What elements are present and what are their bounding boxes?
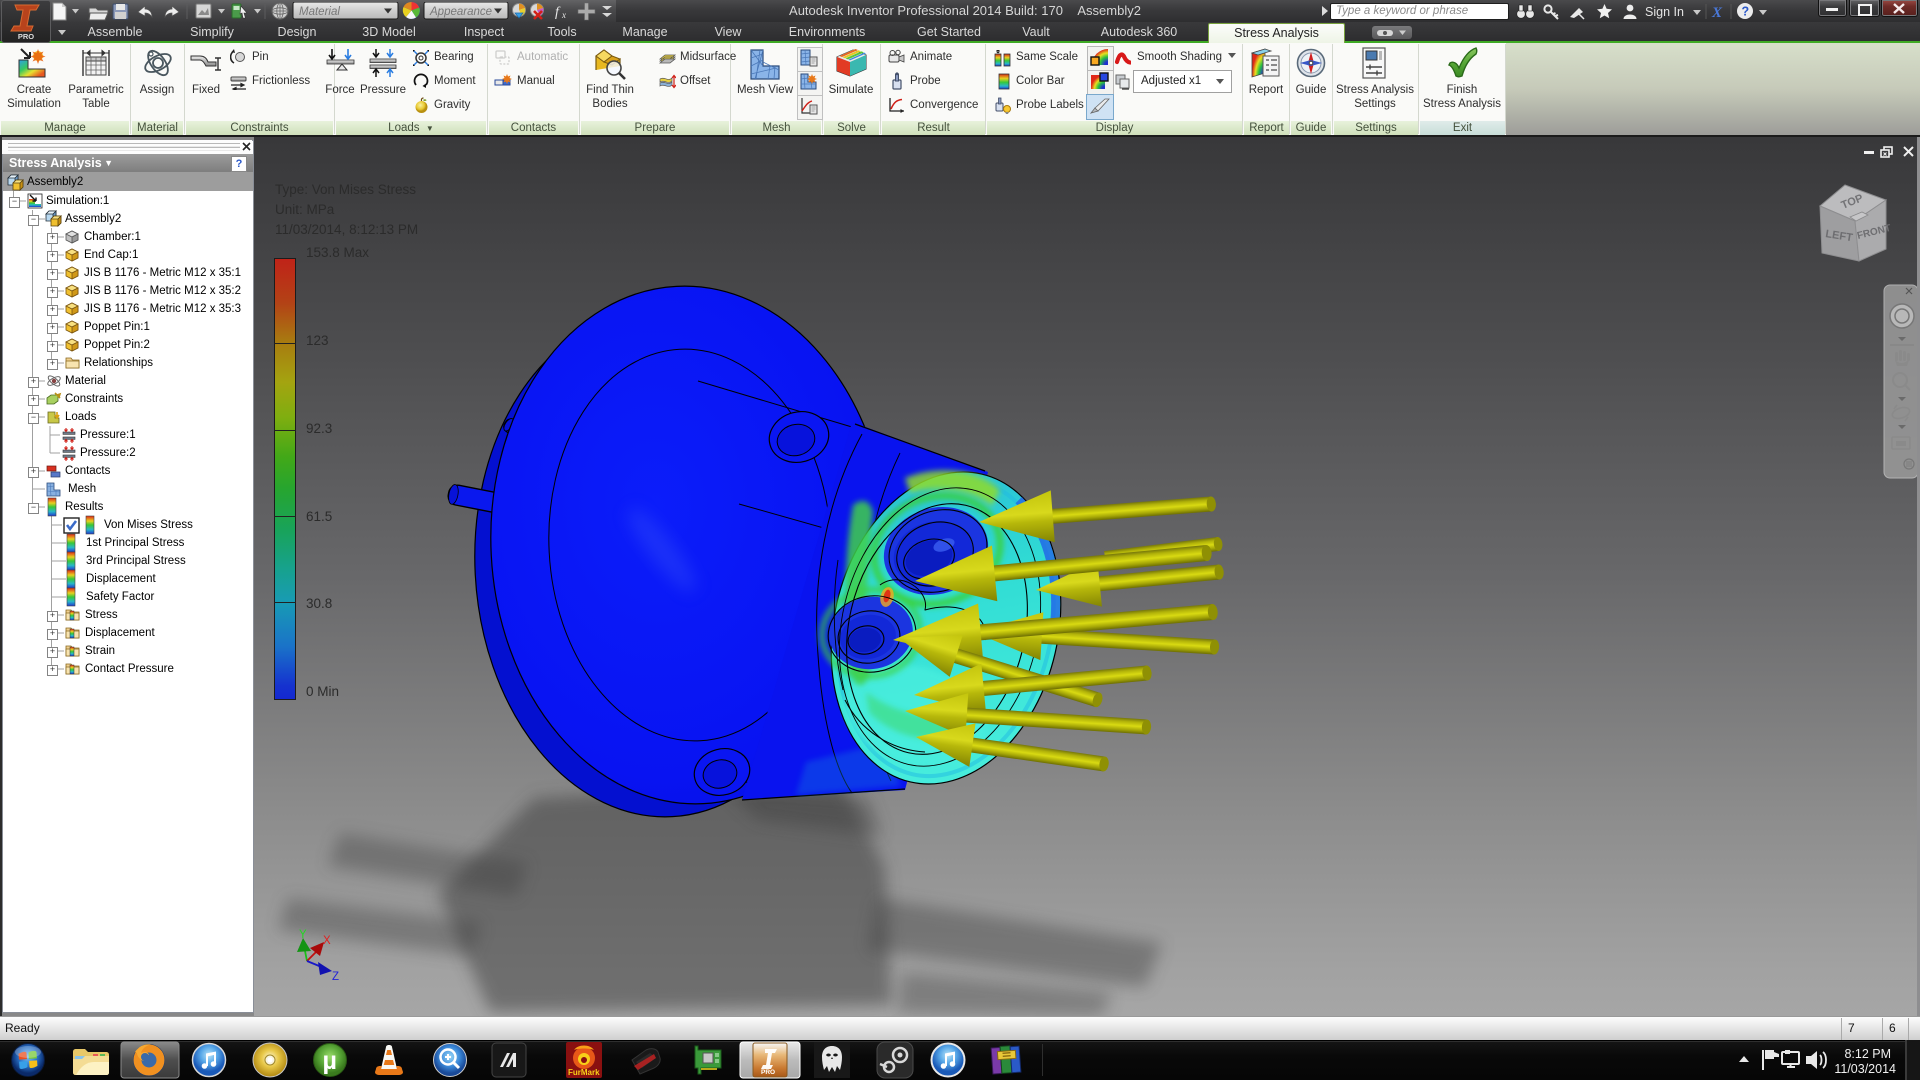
svg-text:PRO: PRO (761, 1069, 775, 1076)
svg-text:?: ? (1742, 5, 1750, 19)
svg-text:FurMark: FurMark (568, 1068, 600, 1077)
svg-text:Material: Material (299, 6, 340, 18)
svg-text:X: X (1711, 5, 1723, 21)
svg-text:f: f (555, 5, 561, 20)
svg-text:Y: Y (299, 929, 307, 941)
svg-text:11/03/2014: 11/03/2014 (1834, 1062, 1896, 1076)
svg-text:8:12 PM: 8:12 PM (1844, 1047, 1891, 1061)
svg-text:Z: Z (332, 971, 339, 983)
svg-text:X: X (323, 935, 331, 947)
svg-text:x: x (561, 10, 566, 20)
svg-text:Appearance: Appearance (429, 6, 492, 18)
svg-text:Sign In: Sign In (1645, 5, 1684, 19)
svg-text:µ: µ (323, 1047, 337, 1075)
